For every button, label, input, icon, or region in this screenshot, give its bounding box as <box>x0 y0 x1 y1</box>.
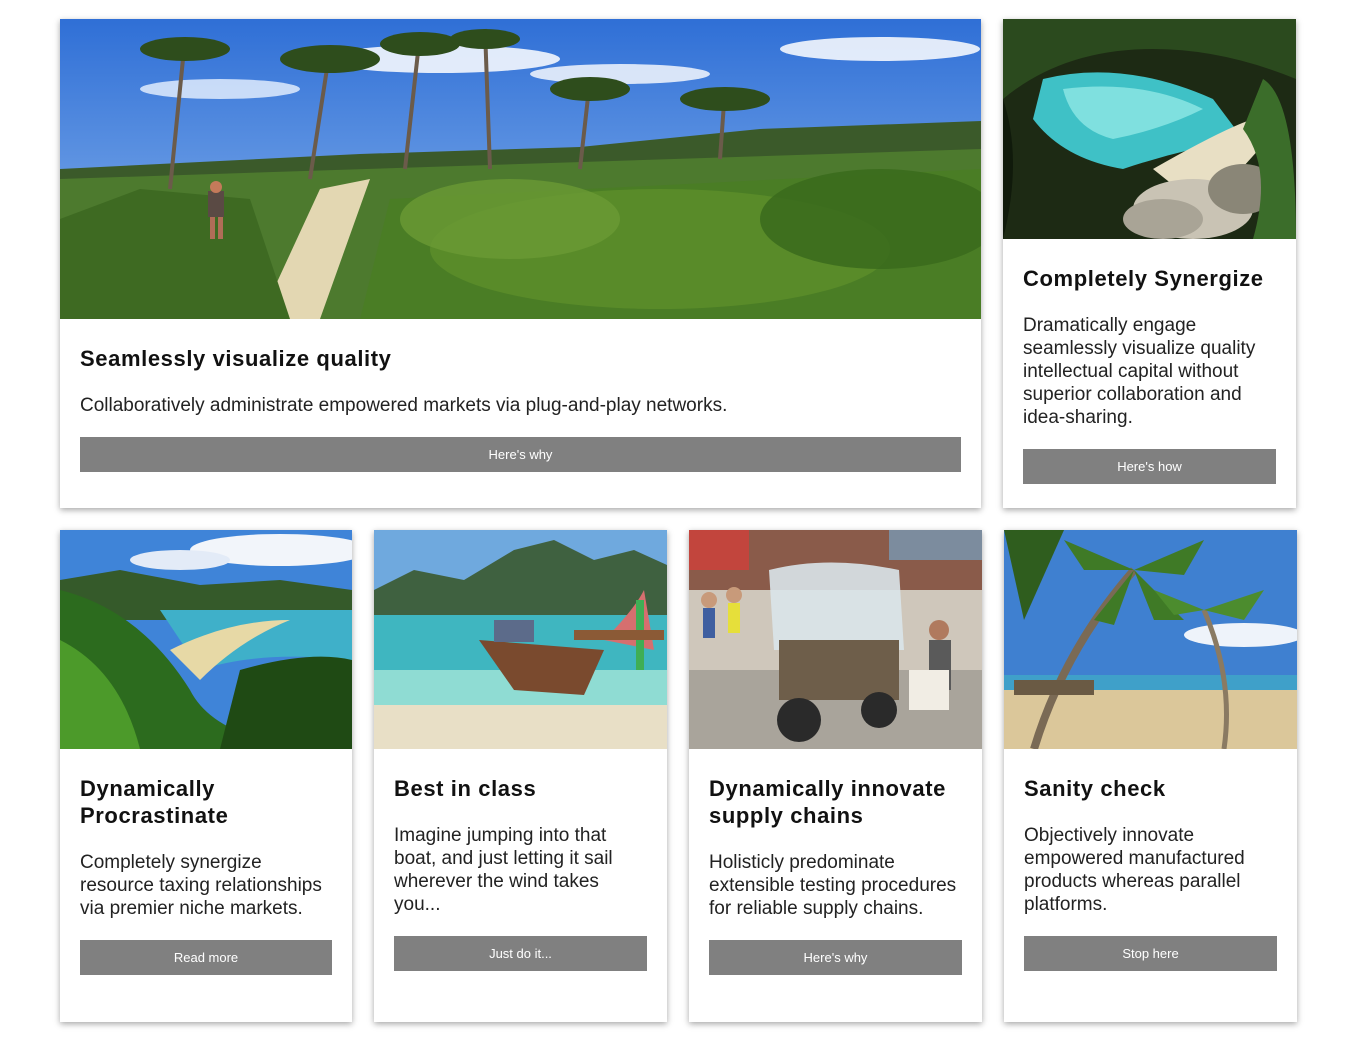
just-do-it-button[interactable]: Just do it... <box>394 936 647 971</box>
heres-why-button[interactable]: Here's why <box>80 437 961 472</box>
card-title: Best in class <box>394 776 537 801</box>
card-body: Dynamically Procrastinate Completely syn… <box>60 749 352 1022</box>
card-sanity-check: Sanity check Objectively innovate empowe… <box>1004 530 1297 1022</box>
card-body: Completely Synergize Dramatically engage… <box>1003 239 1296 508</box>
card-seamlessly-visualize: Seamlessly visualize quality Collaborati… <box>60 19 981 508</box>
card-image-hiking-trail <box>60 19 981 319</box>
card-text: Completely synergize resource taxing rel… <box>80 852 322 919</box>
card-title: Seamlessly visualize quality <box>80 346 392 371</box>
card-dynamically-innovate: Dynamically innovate supply chains Holis… <box>689 530 982 1022</box>
card-text: Collaboratively administrate empowered m… <box>80 395 728 416</box>
card-image-palm-beach <box>1004 530 1297 749</box>
card-text: Dramatically engage seamlessly visualize… <box>1023 315 1256 428</box>
card-completely-synergize: Completely Synergize Dramatically engage… <box>1003 19 1296 508</box>
card-title: Completely Synergize <box>1023 266 1264 291</box>
card-image-fern-bay <box>60 530 352 749</box>
card-best-in-class: Best in class Imagine jumping into that … <box>374 530 667 1022</box>
heres-how-button[interactable]: Here's how <box>1023 449 1276 484</box>
card-dynamically-procrastinate: Dynamically Procrastinate Completely syn… <box>60 530 352 1022</box>
card-body: Seamlessly visualize quality Collaborati… <box>60 319 981 508</box>
read-more-button[interactable]: Read more <box>80 940 332 975</box>
card-body: Dynamically innovate supply chains Holis… <box>689 749 982 1022</box>
card-text: Objectively innovate empowered manufactu… <box>1024 825 1245 915</box>
card-text: Imagine jumping into that boat, and just… <box>394 825 613 915</box>
card-image-turquoise-cove <box>1003 19 1296 239</box>
heres-why-button[interactable]: Here's why <box>709 940 962 975</box>
card-body: Best in class Imagine jumping into that … <box>374 749 667 1022</box>
card-title: Dynamically Procrastinate <box>80 776 229 828</box>
stop-here-button[interactable]: Stop here <box>1024 936 1277 971</box>
card-body: Sanity check Objectively innovate empowe… <box>1004 749 1297 1022</box>
card-title: Sanity check <box>1024 776 1166 801</box>
card-image-longtail-boat <box>374 530 667 749</box>
card-image-tuk-tuk <box>689 530 982 749</box>
card-title: Dynamically innovate supply chains <box>709 776 946 828</box>
card-text: Holisticly predominate extensible testin… <box>709 852 957 919</box>
